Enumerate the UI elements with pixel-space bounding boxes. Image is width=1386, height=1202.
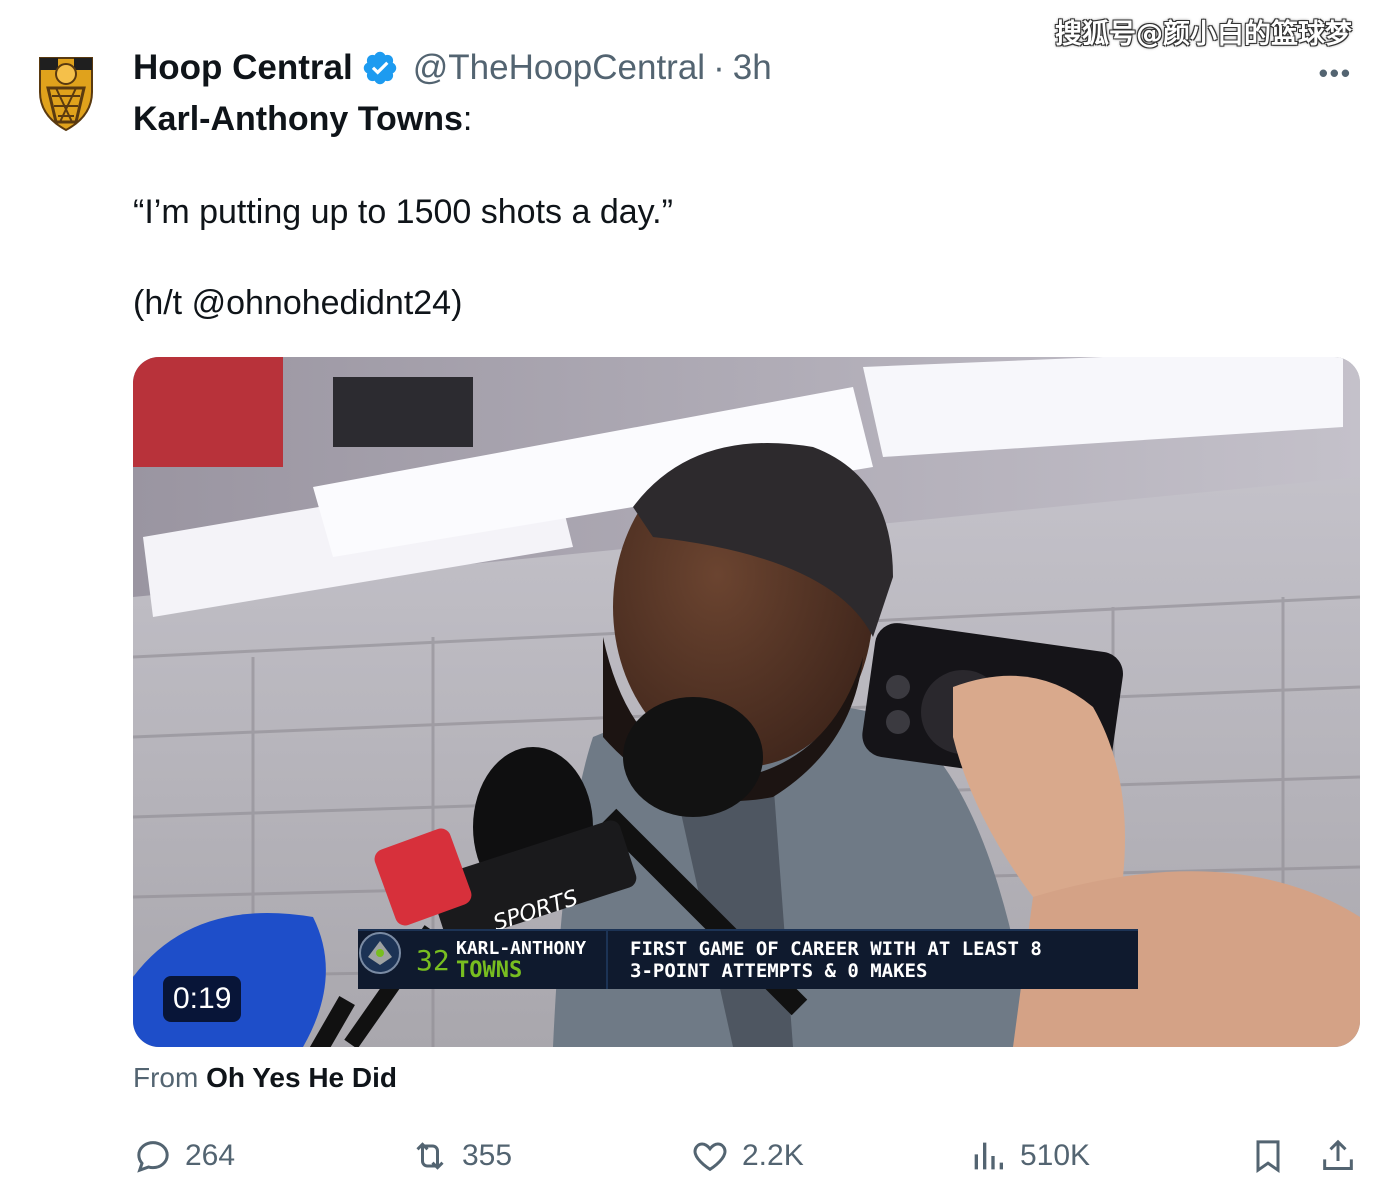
- share-button[interactable]: [1318, 1128, 1370, 1184]
- timestamp[interactable]: 3h: [733, 48, 772, 88]
- more-options-icon[interactable]: •••: [1319, 58, 1352, 89]
- retweet-button[interactable]: 355: [410, 1128, 512, 1184]
- retweet-icon: [416, 1142, 444, 1170]
- separator-dot: ·: [713, 48, 725, 87]
- views-chart-icon: [974, 1142, 1003, 1170]
- media-source: From Oh Yes He Did: [133, 1062, 397, 1094]
- bookmark-button[interactable]: [1248, 1128, 1300, 1184]
- tweet-subject: Karl-Anthony Towns: [133, 100, 463, 138]
- jersey-number: 32: [416, 943, 450, 977]
- stat-line-2: 3-POINT ATTEMPTS & 0 MAKES: [630, 960, 928, 982]
- user-handle[interactable]: @TheHoopCentral: [413, 48, 705, 88]
- verified-badge-icon: [363, 51, 396, 85]
- player-first-name: KARL-ANTHONY: [456, 938, 587, 959]
- display-name[interactable]: Hoop Central: [133, 48, 353, 88]
- share-icon: [1323, 1139, 1353, 1170]
- like-button[interactable]: 2.2K: [690, 1128, 804, 1184]
- source-name[interactable]: Oh Yes He Did: [206, 1062, 397, 1093]
- player-name: KARL-ANTHONY TOWNS: [456, 931, 606, 989]
- tweet-header: Hoop Central @TheHoopCentral · 3h: [133, 46, 772, 90]
- tweet-line-1: Karl-Anthony Towns:: [133, 100, 472, 139]
- view-count: 510K: [1020, 1139, 1091, 1172]
- stat-line-1: FIRST GAME OF CAREER WITH AT LEAST 8: [630, 938, 1042, 960]
- heart-icon: [693, 1142, 727, 1172]
- stat-caption: FIRST GAME OF CAREER WITH AT LEAST 8 3-P…: [606, 931, 1138, 989]
- retweet-count: 355: [462, 1139, 513, 1172]
- bookmark-icon: [1256, 1140, 1280, 1174]
- timberwolves-logo-icon: [358, 931, 416, 989]
- like-count: 2.2K: [742, 1139, 804, 1172]
- watermark: 搜狐号@颜小白的篮球梦: [1055, 19, 1352, 50]
- video-player[interactable]: SPORTS 32 KARL-ANTHONY TOWNS FIRST GAME …: [133, 357, 1360, 1047]
- avatar[interactable]: [36, 52, 96, 132]
- tweet-colon: :: [462, 100, 473, 138]
- broadcast-lower-third: 32 KARL-ANTHONY TOWNS FIRST GAME OF CARE…: [358, 929, 1138, 989]
- hoop-central-logo-icon: [39, 57, 93, 132]
- reply-count: 264: [185, 1139, 236, 1172]
- reply-icon: [137, 1141, 169, 1173]
- player-last-name: TOWNS: [456, 958, 523, 983]
- reply-button[interactable]: 264: [133, 1128, 235, 1184]
- source-prefix: From: [133, 1062, 199, 1093]
- video-duration: 0:19: [163, 976, 242, 1022]
- tweet-credit: (h/t @ohnohedidnt24): [133, 284, 463, 322]
- tweet-actions: 264 355 2.2K 510K: [0, 1128, 1386, 1184]
- views-button[interactable]: 510K: [968, 1128, 1090, 1184]
- tweet-quote: “I’m putting up to 1500 shots a day.”: [133, 193, 673, 231]
